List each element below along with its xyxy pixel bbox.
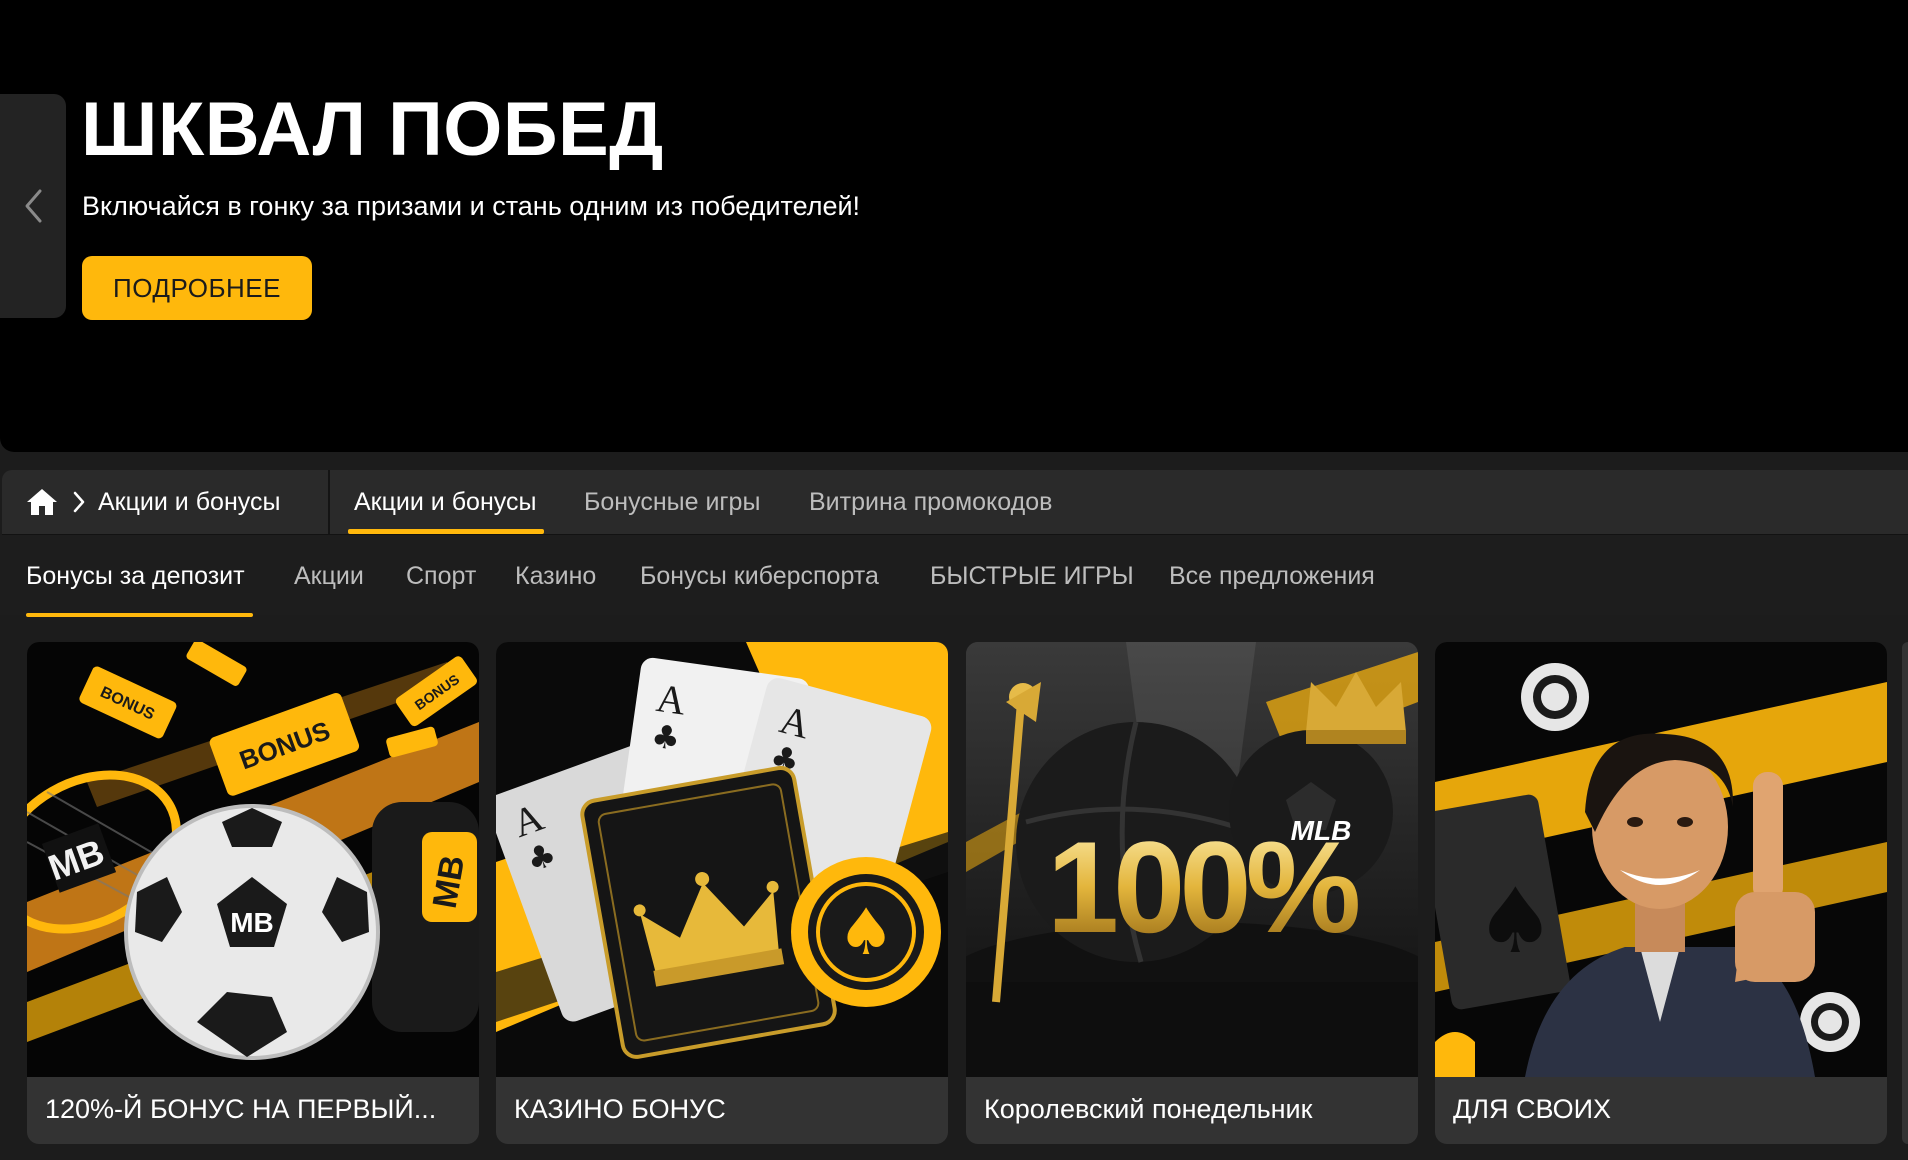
- tab-esports-bonuses[interactable]: Бонусы киберспорта: [640, 535, 879, 617]
- category-nav: Бонусы за депозит Акции Спорт Казино Бон…: [0, 535, 1908, 617]
- svg-text:♣: ♣: [649, 717, 683, 759]
- promo-card-title: ДЛЯ СВОИХ: [1453, 1094, 1612, 1124]
- royal-monday-image: MLB 100%: [966, 642, 1418, 1077]
- tab-bonus-games[interactable]: Бонусные игры: [584, 470, 760, 534]
- svg-text:♠: ♠: [837, 896, 894, 970]
- banner-details-button[interactable]: ПОДРОБНЕЕ: [82, 256, 312, 320]
- svg-text:MB: MB: [230, 907, 274, 938]
- promo-card-title: Королевский понедельник: [984, 1094, 1313, 1124]
- tab-sport[interactable]: Спорт: [406, 535, 476, 617]
- section-nav: Акции и бонусы Акции и бонусы Бонусные и…: [2, 470, 1908, 535]
- promo-banner: ШКВАЛ ПОБЕД Включайся в гонку за призами…: [0, 0, 1908, 452]
- tab-fast-games[interactable]: БЫСТРЫЕ ИГРЫ: [930, 535, 1134, 617]
- banner-title: ШКВАЛ ПОБЕД: [81, 87, 664, 172]
- promo-card[interactable]: A ♣ A ♣ A ♣ ♠ КАЗИНО БОНУС: [496, 642, 948, 1144]
- promo-card[interactable]: BONUS BONUS BONUS MB MB MB 120%-Й БОНУС …: [27, 642, 479, 1144]
- breadcrumb: Акции и бонусы: [2, 470, 330, 534]
- tab-all-offers[interactable]: Все предложения: [1169, 535, 1375, 617]
- tab-promotions-bonuses[interactable]: Акции и бонусы: [347, 470, 545, 534]
- promo-card-title: КАЗИНО БОНУС: [514, 1094, 726, 1124]
- promo-card[interactable]: MLB 100% Королевский понедельник: [966, 642, 1418, 1144]
- tab-deposit-bonuses[interactable]: Бонусы за депозит: [26, 535, 253, 617]
- tab-promotions[interactable]: Акции: [294, 535, 364, 617]
- svg-text:100%: 100%: [1047, 814, 1359, 960]
- chevron-left-icon: [25, 189, 42, 223]
- promo-card-title: 120%-Й БОНУС НА ПЕРВЫЙ...: [45, 1094, 437, 1124]
- banner-prev-button[interactable]: [0, 94, 66, 318]
- for-friends-image: ♠: [1435, 642, 1887, 1077]
- chevron-right-icon: [73, 491, 85, 513]
- casino-cards-image: A ♣ A ♣ A ♣ ♠: [496, 642, 948, 1077]
- svg-text:♠: ♠: [1475, 869, 1556, 974]
- next-card-edge: [1902, 642, 1908, 1144]
- tab-promocode-showcase[interactable]: Витрина промокодов: [809, 470, 1052, 534]
- banner-subtitle: Включайся в гонку за призами и стань одн…: [82, 191, 861, 221]
- breadcrumb-current[interactable]: Акции и бонусы: [98, 488, 280, 517]
- promo-card[interactable]: ♠ ДЛЯ СВОИХ: [1435, 642, 1887, 1144]
- tab-casino[interactable]: Казино: [515, 535, 596, 617]
- home-icon[interactable]: [26, 487, 58, 517]
- soccer-bonus-image: BONUS BONUS BONUS MB MB MB: [27, 642, 479, 1077]
